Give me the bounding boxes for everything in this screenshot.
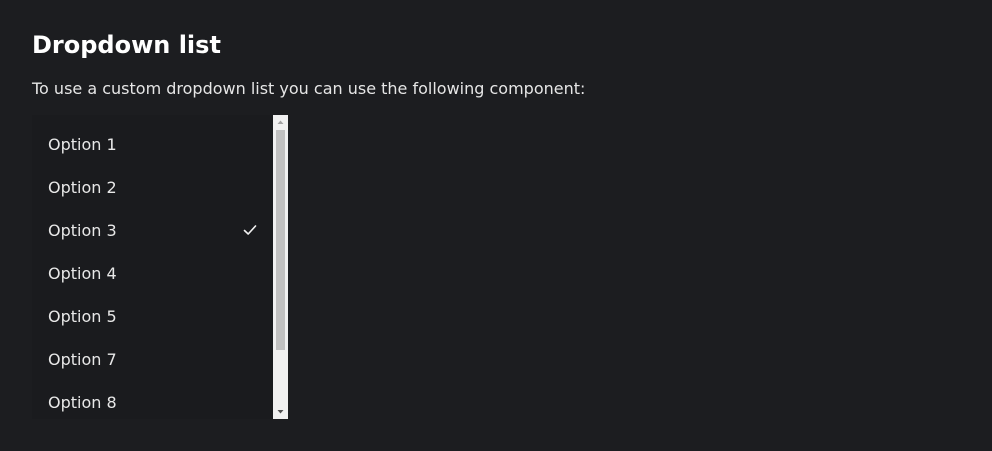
scrollbar[interactable] [273, 115, 288, 419]
scrollbar-thumb[interactable] [276, 130, 285, 350]
option-label: Option 2 [48, 178, 117, 197]
option-label: Option 7 [48, 350, 117, 369]
option-label: Option 3 [48, 221, 117, 240]
dropdown-option[interactable]: Option 2 [32, 166, 273, 209]
intro-text: To use a custom dropdown list you can us… [32, 79, 586, 98]
dropdown-options: Option 1 Option 2 Option 3 Option 4 Opti… [32, 123, 273, 424]
dropdown-option[interactable]: Option 5 [32, 295, 273, 338]
option-label: Option 4 [48, 264, 117, 283]
dropdown-option[interactable]: Option 7 [32, 338, 273, 381]
dropdown-list[interactable]: Option 1 Option 2 Option 3 Option 4 Opti… [32, 115, 288, 419]
page-title: Dropdown list [32, 31, 221, 59]
dropdown-option[interactable]: Option 8 [32, 381, 273, 424]
dropdown-option[interactable]: Option 4 [32, 252, 273, 295]
page: Dropdown list To use a custom dropdown l… [0, 0, 992, 451]
option-label: Option 8 [48, 393, 117, 412]
dropdown-option[interactable]: Option 1 [32, 123, 273, 166]
checkmark-icon [243, 225, 257, 235]
scroll-down-arrow-icon[interactable] [273, 405, 288, 419]
dropdown-option-selected[interactable]: Option 3 [32, 209, 273, 252]
option-label: Option 5 [48, 307, 117, 326]
scroll-up-arrow-icon[interactable] [273, 115, 288, 129]
option-label: Option 1 [48, 135, 117, 154]
